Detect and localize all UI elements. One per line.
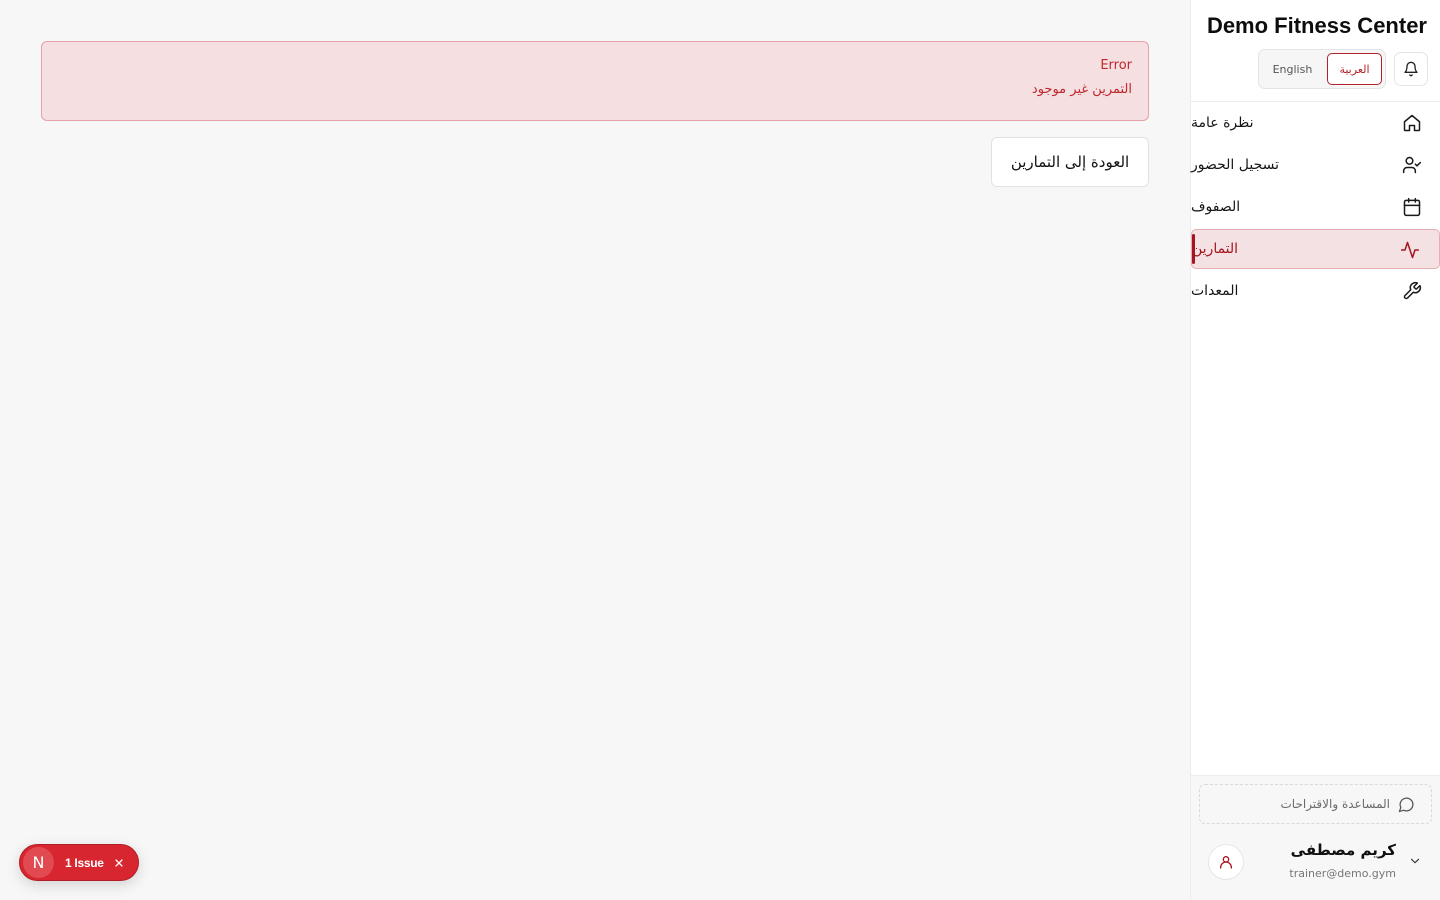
user-icon: [1220, 856, 1232, 869]
message-circle-icon: [1398, 797, 1414, 812]
user-menu[interactable]: كريم مصطفى trainer@demo.gym: [1191, 836, 1440, 896]
user-email: trainer@demo.gym: [1289, 867, 1396, 880]
sidebar-footer: المساعدة والاقتراحات كريم مصطفى trainer@…: [1191, 775, 1440, 900]
sidebar-item-label: تسجيل الحضور: [1191, 157, 1280, 173]
home-icon: [1401, 112, 1423, 134]
sidebar-item-exercises[interactable]: التمارين: [1191, 229, 1440, 269]
sidebar-item-overview[interactable]: نظرة عامة: [1191, 103, 1440, 143]
sidebar-item-classes[interactable]: الصفوف: [1191, 187, 1440, 227]
sidebar-item-label: نظرة عامة: [1191, 115, 1254, 131]
close-icon[interactable]: [113, 857, 125, 869]
nextjs-logo-icon: N: [23, 847, 54, 878]
avatar: [1208, 844, 1244, 880]
user-check-icon: [1401, 154, 1423, 176]
issues-badge[interactable]: N 1 Issue: [19, 844, 139, 881]
language-english-button[interactable]: English: [1262, 53, 1323, 85]
sidebar-item-label: التمارين: [1192, 241, 1239, 257]
error-message: التمرين غير موجود: [1031, 82, 1132, 97]
help-feedback-label: المساعدة والاقتراحات: [1280, 797, 1390, 811]
language-arabic-button[interactable]: العربية: [1326, 53, 1382, 85]
notifications-button[interactable]: [1394, 52, 1428, 86]
user-name: كريم مصطفى: [1290, 841, 1396, 859]
chevron-down-icon: [1410, 858, 1420, 864]
brand-title: Demo Fitness Center: [1206, 13, 1427, 38]
language-switcher: English العربية: [1258, 49, 1386, 89]
sidebar-divider: [1191, 101, 1440, 102]
sidebar-item-equipment[interactable]: المعدات: [1191, 271, 1440, 311]
sidebar: Demo Fitness Center English العربية نظرة…: [1190, 0, 1440, 900]
main-content: Error التمرين غير موجود العودة إلى التما…: [0, 0, 1190, 900]
error-alert: Error التمرين غير موجود: [41, 41, 1149, 121]
bell-icon: [1404, 61, 1418, 77]
calendar-icon: [1401, 196, 1423, 218]
error-title: Error: [1100, 58, 1132, 73]
activity-icon: [1399, 239, 1421, 261]
help-feedback-button[interactable]: المساعدة والاقتراحات: [1199, 784, 1432, 824]
sidebar-item-attendance[interactable]: تسجيل الحضور: [1191, 145, 1440, 185]
sidebar-item-label: الصفوف: [1191, 199, 1241, 215]
issues-count-label: 1 Issue: [65, 855, 104, 870]
back-to-exercises-button[interactable]: العودة إلى التمارين: [991, 137, 1149, 187]
wrench-icon: [1401, 280, 1423, 302]
sidebar-item-label: المعدات: [1191, 283, 1239, 299]
sidebar-nav: نظرة عامة تسجيل الحضور الصفوف التمارين ا…: [1191, 103, 1440, 313]
